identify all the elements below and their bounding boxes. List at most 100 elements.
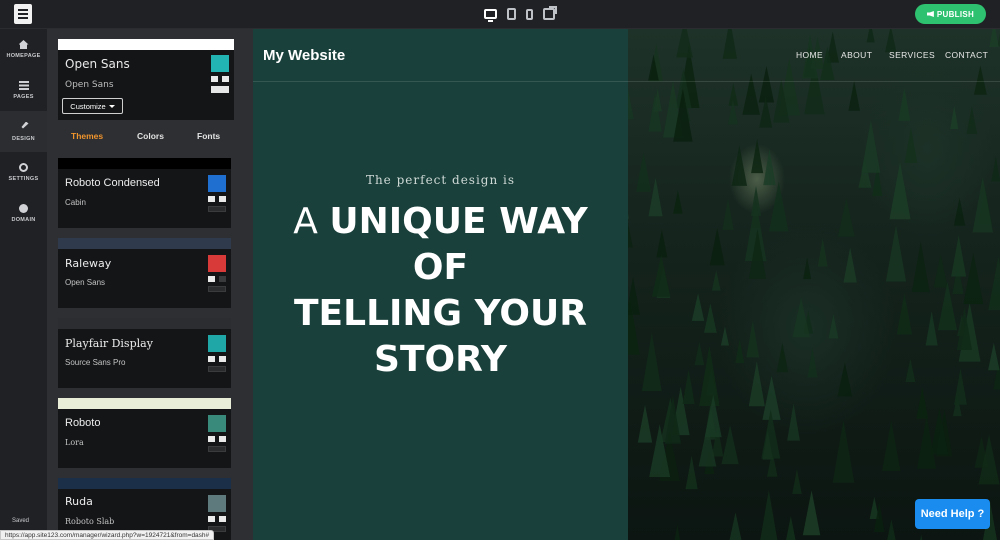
color-swatch bbox=[208, 276, 215, 282]
nav-item-homepage[interactable]: HOMEPAGE bbox=[0, 29, 47, 70]
menu-item-contact[interactable]: CONTACT bbox=[945, 50, 988, 60]
theme-heading-font: Playfair Display bbox=[65, 337, 153, 350]
theme-heading-font: Roboto Condensed bbox=[65, 177, 160, 189]
top-bar: PUBLISH bbox=[0, 0, 1000, 29]
color-swatch bbox=[219, 276, 226, 282]
theme-heading-font: Raleway bbox=[65, 257, 112, 270]
publish-label: PUBLISH bbox=[936, 9, 975, 19]
theme-body-font: Cabin bbox=[65, 198, 86, 207]
tablet-view-icon[interactable] bbox=[507, 8, 516, 20]
body-font-name: Open Sans bbox=[65, 80, 114, 90]
color-swatch bbox=[219, 196, 226, 202]
hero-tagline: The perfect design is bbox=[365, 173, 516, 187]
browser-status-url: https://app.site123.com/manager/wizard.p… bbox=[0, 530, 215, 540]
forest-image bbox=[627, 29, 1000, 540]
app-root: PUBLISH HOMEPAGE PAGES DESIGN SETTINGS D… bbox=[0, 0, 1000, 540]
nav-item-pages[interactable]: PAGES bbox=[0, 70, 47, 111]
color-swatch bbox=[208, 356, 215, 362]
heading-font-name: Open Sans bbox=[65, 57, 130, 71]
design-tabs: Themes Colors Fonts bbox=[47, 131, 253, 145]
accent-swatch bbox=[211, 55, 229, 72]
theme-strip bbox=[58, 158, 231, 169]
menu-item-services[interactable]: SERVICES bbox=[889, 50, 935, 60]
theme-body-font: Source Sans Pro bbox=[65, 358, 126, 367]
theme-strip bbox=[58, 39, 234, 50]
color-swatch bbox=[222, 76, 229, 82]
theme-strip bbox=[58, 238, 231, 249]
color-swatch-bar bbox=[208, 286, 226, 292]
accent-swatch bbox=[208, 415, 226, 432]
accent-swatch bbox=[208, 495, 226, 512]
need-help-button[interactable]: Need Help ? bbox=[915, 499, 990, 529]
color-swatch bbox=[219, 436, 226, 442]
left-nav: HOMEPAGE PAGES DESIGN SETTINGS DOMAIN Sa… bbox=[0, 29, 47, 540]
publish-button[interactable]: PUBLISH bbox=[915, 4, 986, 24]
site-title[interactable]: My Website bbox=[263, 47, 345, 64]
design-panel: Open Sans Open Sans Customize Themes Col… bbox=[47, 29, 253, 540]
megaphone-icon bbox=[926, 11, 934, 17]
nav-item-design[interactable]: DESIGN bbox=[0, 111, 47, 152]
accent-swatch bbox=[208, 335, 226, 352]
color-swatch bbox=[211, 76, 218, 82]
nav-label: HOMEPAGE bbox=[6, 53, 41, 59]
hero-line: TELLING YOUR bbox=[294, 293, 587, 334]
tab-colors[interactable]: Colors bbox=[137, 131, 164, 141]
theme-body-font: Lora bbox=[65, 438, 84, 447]
site123-logo-icon[interactable] bbox=[14, 4, 32, 24]
tab-themes[interactable]: Themes bbox=[71, 131, 103, 141]
color-swatch bbox=[208, 196, 215, 202]
saved-status: Saved bbox=[12, 518, 30, 524]
brush-icon bbox=[21, 121, 29, 129]
tab-fonts[interactable]: Fonts bbox=[197, 131, 220, 141]
color-swatch-bar bbox=[208, 206, 226, 212]
accent-swatch bbox=[208, 175, 226, 192]
home-icon bbox=[18, 40, 29, 49]
customize-label: Customize bbox=[70, 101, 106, 111]
theme-heading-font: Roboto bbox=[65, 417, 101, 429]
theme-strip bbox=[58, 318, 231, 329]
theme-card[interactable]: Raleway Open Sans bbox=[58, 238, 231, 308]
hero-heading: A UNIQUE WAY OF TELLING YOUR STORY bbox=[253, 199, 628, 383]
theme-strip bbox=[58, 478, 231, 489]
color-swatch-bar bbox=[208, 446, 226, 452]
globe-icon bbox=[19, 204, 28, 213]
color-swatch bbox=[219, 516, 226, 522]
theme-card[interactable]: Roboto Condensed Cabin bbox=[58, 158, 231, 228]
color-swatch-bar bbox=[211, 86, 229, 93]
menu-item-about[interactable]: ABOUT bbox=[841, 50, 872, 60]
gear-icon bbox=[19, 163, 28, 172]
nav-item-settings[interactable]: SETTINGS bbox=[0, 152, 47, 193]
menu-item-home[interactable]: HOME bbox=[796, 50, 823, 60]
theme-strip bbox=[58, 398, 231, 409]
pages-icon bbox=[18, 81, 29, 90]
device-switcher bbox=[484, 6, 557, 22]
theme-card[interactable]: Playfair Display Source Sans Pro bbox=[58, 318, 231, 388]
accent-swatch bbox=[208, 255, 226, 272]
site-preview: My Website HOME ABOUT SERVICES CONTACT T… bbox=[253, 29, 1000, 540]
color-swatch-bar bbox=[208, 366, 226, 372]
nav-label: DESIGN bbox=[12, 135, 35, 142]
customize-button[interactable]: Customize bbox=[62, 98, 123, 114]
theme-body-font: Roboto Slab bbox=[65, 517, 115, 526]
header-divider bbox=[253, 81, 1000, 82]
external-link-icon[interactable] bbox=[543, 6, 557, 20]
caret-down-icon bbox=[108, 104, 115, 108]
color-swatch bbox=[208, 516, 215, 522]
hero-line: STORY bbox=[374, 339, 507, 380]
hero-prefix: A bbox=[293, 201, 318, 242]
theme-heading-font: Ruda bbox=[65, 495, 93, 508]
nav-label: DOMAIN bbox=[11, 217, 36, 223]
nav-label: SETTINGS bbox=[8, 176, 39, 182]
hero-line: OF bbox=[412, 247, 469, 288]
hero-line: UNIQUE WAY bbox=[329, 201, 588, 242]
mobile-view-icon[interactable] bbox=[526, 8, 533, 20]
theme-body-font: Open Sans bbox=[65, 278, 106, 287]
nav-label: PAGES bbox=[13, 94, 34, 100]
color-swatch bbox=[219, 356, 226, 362]
current-theme-card[interactable]: Open Sans Open Sans Customize bbox=[58, 39, 234, 120]
theme-card[interactable]: Roboto Lora bbox=[58, 398, 231, 468]
desktop-view-icon[interactable] bbox=[484, 9, 497, 22]
color-swatch bbox=[208, 436, 215, 442]
forest-background bbox=[627, 29, 1000, 540]
nav-item-domain[interactable]: DOMAIN bbox=[0, 193, 47, 234]
